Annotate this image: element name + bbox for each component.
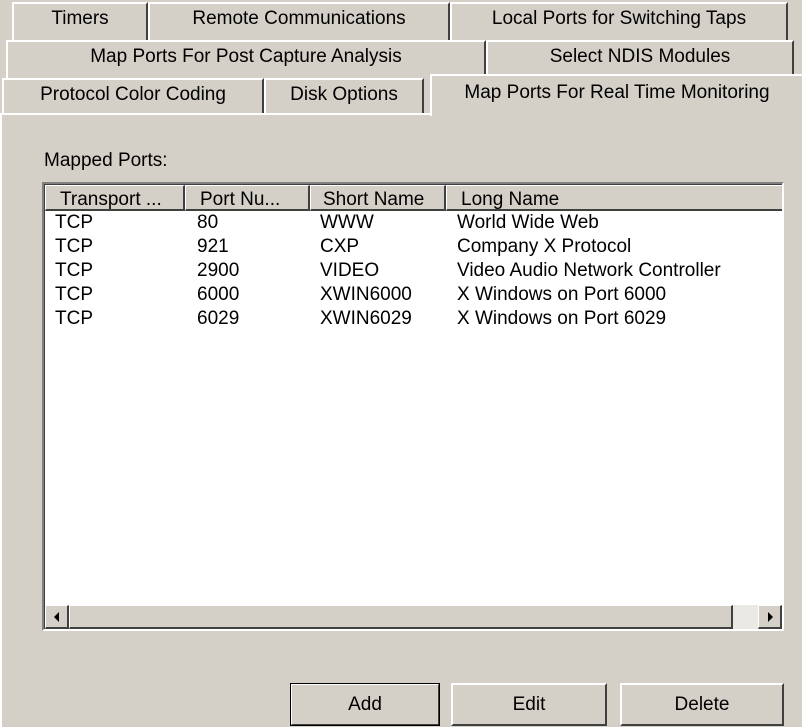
scroll-thumb[interactable] (69, 605, 733, 629)
cell-port-number: 6029 (197, 308, 240, 329)
tab-label: Timers (51, 8, 109, 29)
column-header-transport[interactable]: Transport ... (45, 185, 185, 211)
tab-label: Local Ports for Switching Taps (491, 8, 747, 29)
tab-local-ports-switching-taps[interactable]: Local Ports for Switching Taps (450, 2, 788, 40)
scroll-left-button[interactable] (45, 605, 69, 629)
tab-label: Map Ports For Post Capture Analysis (90, 46, 402, 67)
mapped-ports-list[interactable]: Transport ... Port Nu... Short Name Long… (42, 182, 784, 631)
column-header-port-number[interactable]: Port Nu... (185, 185, 310, 211)
column-header-short-name[interactable]: Short Name (310, 185, 446, 211)
cell-transport: TCP (55, 308, 93, 329)
table-row[interactable]: TCP 80 WWW World Wide Web (45, 212, 782, 236)
list-header: Transport ... Port Nu... Short Name Long… (45, 185, 782, 211)
table-row[interactable]: TCP 6000 XWIN6000 X Windows on Port 6000 (45, 284, 782, 308)
cell-long-name: X Windows on Port 6029 (457, 308, 667, 329)
tab-label: Remote Communications (192, 8, 406, 29)
cell-long-name: Video Audio Network Controller (457, 260, 721, 281)
edit-button[interactable]: Edit (451, 683, 607, 726)
cell-short-name: VIDEO (320, 260, 380, 281)
tab-protocol-color-coding[interactable]: Protocol Color Coding (2, 78, 264, 114)
tab-timers[interactable]: Timers (12, 2, 148, 40)
mapped-ports-label: Mapped Ports: (44, 150, 168, 171)
cell-port-number: 921 (197, 236, 229, 257)
tab-label: Map Ports For Real Time Monitoring (464, 82, 770, 103)
cell-transport: TCP (55, 284, 93, 305)
delete-button[interactable]: Delete (620, 683, 784, 726)
cell-long-name: World Wide Web (457, 212, 599, 233)
cell-transport: TCP (55, 212, 93, 233)
table-row[interactable]: TCP 6029 XWIN6029 X Windows on Port 6029 (45, 308, 782, 332)
scroll-right-button[interactable] (758, 605, 782, 629)
tab-label: Protocol Color Coding (40, 84, 226, 105)
add-button[interactable]: Add (290, 683, 440, 726)
cell-port-number: 6000 (197, 284, 240, 305)
cell-transport: TCP (55, 236, 93, 257)
table-row[interactable]: TCP 2900 VIDEO Video Audio Network Contr… (45, 260, 782, 284)
cell-short-name: XWIN6000 (320, 284, 412, 305)
scroll-left-arrow-icon (53, 612, 59, 622)
tab-map-ports-real-time-monitoring[interactable]: Map Ports For Real Time Monitoring (430, 74, 802, 116)
horizontal-scrollbar[interactable] (45, 605, 782, 629)
list-rows: TCP 80 WWW World Wide Web TCP 921 CXP Co… (45, 212, 782, 332)
cell-short-name: WWW (320, 212, 374, 233)
cell-port-number: 80 (197, 212, 219, 233)
cell-long-name: Company X Protocol (457, 236, 632, 257)
table-row[interactable]: TCP 921 CXP Company X Protocol (45, 236, 782, 260)
tab-remote-communications[interactable]: Remote Communications (148, 2, 450, 40)
cell-transport: TCP (55, 260, 93, 281)
cell-long-name: X Windows on Port 6000 (457, 284, 667, 305)
tab-disk-options[interactable]: Disk Options (264, 78, 424, 114)
scroll-right-arrow-icon (767, 612, 773, 622)
tab-label: Select NDIS Modules (549, 46, 731, 67)
cell-short-name: XWIN6029 (320, 308, 412, 329)
column-header-long-name[interactable]: Long Name (446, 185, 782, 211)
cell-port-number: 2900 (197, 260, 240, 281)
cell-short-name: CXP (320, 236, 360, 257)
tab-map-ports-post-capture[interactable]: Map Ports For Post Capture Analysis (6, 40, 486, 78)
tab-label: Disk Options (290, 84, 398, 105)
tab-select-ndis-modules[interactable]: Select NDIS Modules (486, 40, 794, 78)
